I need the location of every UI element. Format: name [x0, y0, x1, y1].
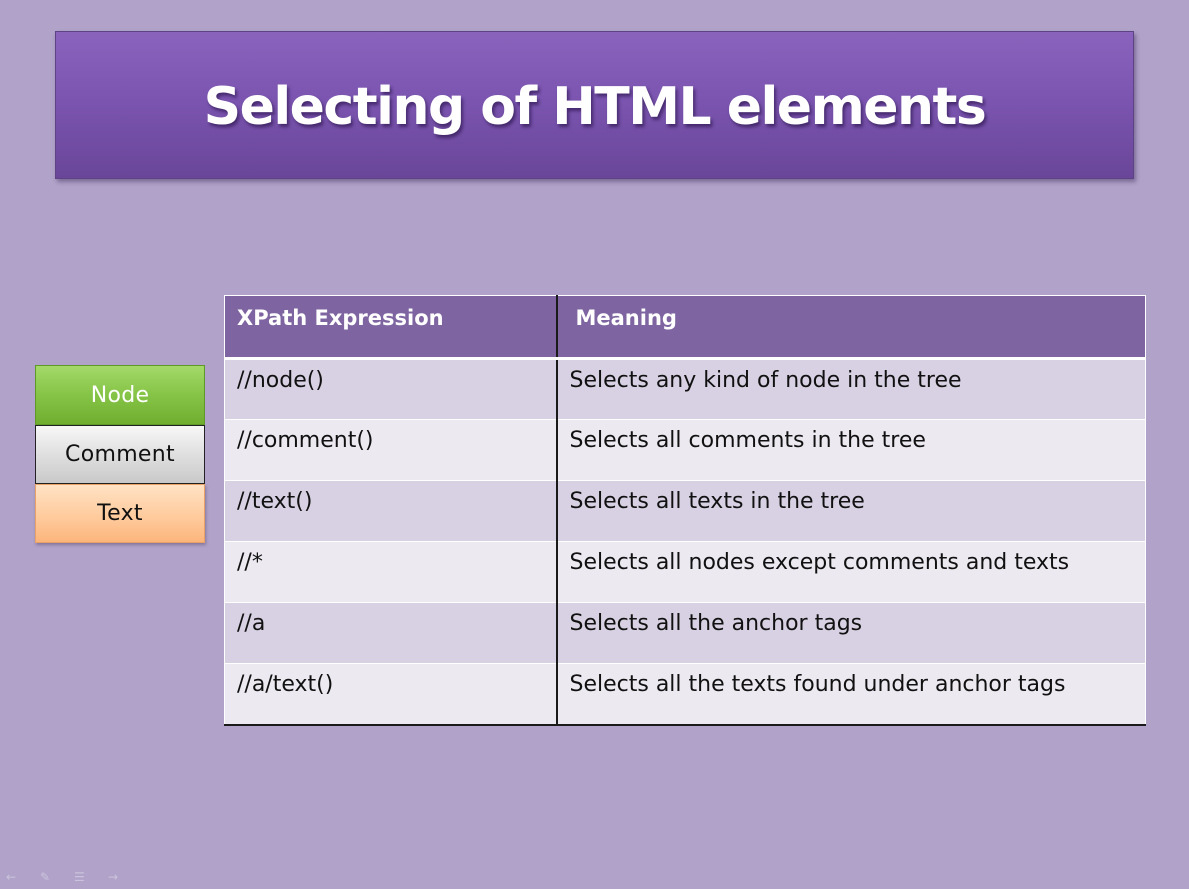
header-xpath-expression: XPath Expression — [224, 295, 558, 360]
legend-comment-box: Comment — [35, 425, 205, 484]
table-row: //* Selects all nodes except comments an… — [224, 541, 1146, 603]
previous-slide-icon[interactable]: ← — [6, 871, 22, 883]
xpath-expression-cell: //comment() — [224, 419, 558, 481]
pen-icon[interactable]: ✎ — [40, 871, 56, 883]
table-row: //text() Selects all texts in the tree — [224, 480, 1146, 542]
xpath-expressions-table: XPath Expression Meaning //node() Select… — [224, 295, 1146, 726]
next-slide-icon[interactable]: → — [108, 871, 124, 883]
meaning-cell: Selects all the texts found under anchor… — [556, 663, 1146, 726]
meaning-cell: Selects all the anchor tags — [556, 602, 1146, 664]
legend-text-box: Text — [35, 484, 205, 543]
xpath-expression-cell: //text() — [224, 480, 558, 542]
meaning-cell: Selects any kind of node in the tree — [556, 358, 1146, 420]
table-row: //comment() Selects all comments in the … — [224, 419, 1146, 481]
meaning-cell: Selects all comments in the tree — [556, 419, 1146, 481]
meaning-cell: Selects all texts in the tree — [556, 480, 1146, 542]
node-type-legend: Node Comment Text — [35, 365, 205, 543]
table-row: //a/text() Selects all the texts found u… — [224, 663, 1146, 726]
table-row: //a Selects all the anchor tags — [224, 602, 1146, 664]
xpath-expression-cell: //* — [224, 541, 558, 603]
xpath-expression-cell: //a/text() — [224, 663, 558, 726]
xpath-expression-cell: //a — [224, 602, 558, 664]
slide-menu-icon[interactable]: ☰ — [74, 871, 90, 883]
slide-title: Selecting of HTML elements — [203, 77, 987, 137]
table-row: //node() Selects any kind of node in the… — [224, 358, 1146, 420]
meaning-cell: Selects all nodes except comments and te… — [556, 541, 1146, 603]
slide-navigation-controls: ← ✎ ☰ → — [6, 871, 124, 883]
xpath-expression-cell: //node() — [224, 358, 558, 420]
table-header-row: XPath Expression Meaning — [224, 295, 1146, 360]
header-meaning: Meaning — [556, 295, 1146, 360]
legend-node-box: Node — [35, 365, 205, 425]
